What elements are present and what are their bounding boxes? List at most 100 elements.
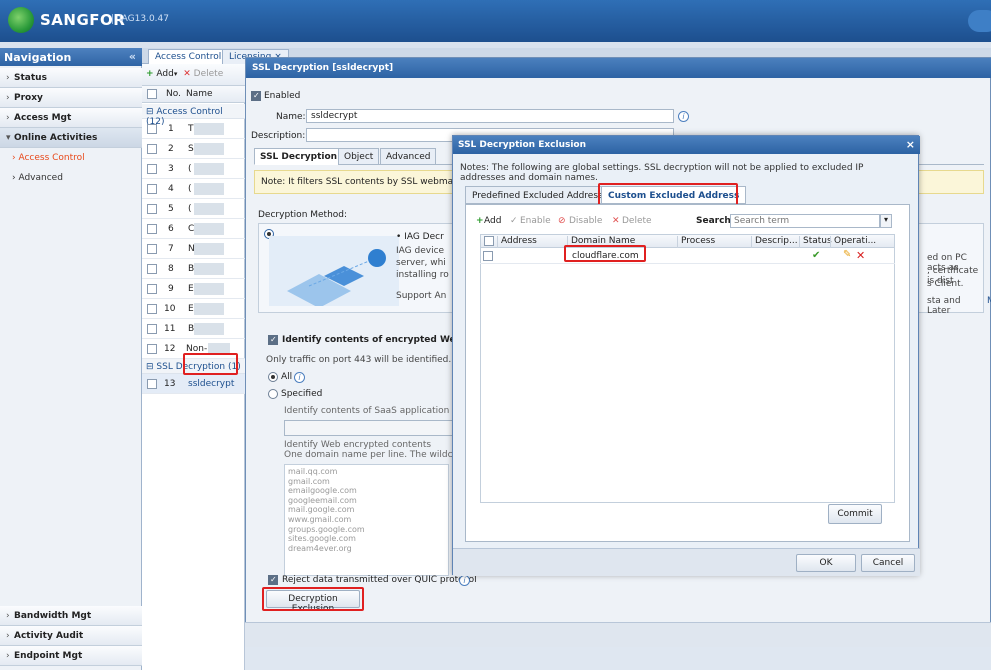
grid-toolbar: + Add ✓ Enable ⊘ Disable ✕ Delete Search… (476, 213, 893, 231)
highlight-box (598, 183, 738, 206)
search-input[interactable] (730, 214, 880, 228)
col-status[interactable]: Status (799, 236, 832, 248)
tab-ssl-decryption[interactable]: SSL Decryption (254, 148, 344, 165)
specified-radio[interactable] (268, 389, 278, 399)
add-icon[interactable]: + (146, 69, 154, 79)
table-row[interactable]: 2S (142, 139, 245, 159)
navigation-title: Navigation (4, 51, 72, 64)
redacted-mask (194, 203, 224, 215)
col-operation[interactable]: Operati... (830, 236, 876, 248)
cancel-button[interactable]: Cancel (861, 554, 915, 572)
delete-icon[interactable]: ✕ (183, 69, 191, 79)
chevron-right-icon: › (6, 651, 10, 661)
iag-option-title: • IAG Decr (396, 232, 444, 242)
select-all-checkbox[interactable] (147, 89, 157, 99)
table-row[interactable]: 4( (142, 179, 245, 199)
nav-sub-advanced[interactable]: › Advanced (0, 168, 142, 188)
row-checkbox[interactable] (147, 284, 157, 294)
saas-field[interactable] (284, 420, 454, 436)
chevron-right-icon: › (6, 93, 10, 103)
name-field[interactable]: ssldecrypt (306, 109, 674, 123)
info-icon[interactable]: i (678, 111, 689, 122)
row-checkbox[interactable] (147, 304, 157, 314)
row-checkbox[interactable] (147, 264, 157, 274)
nav-item-status[interactable]: › Status (0, 68, 142, 88)
col-process[interactable]: Process (677, 236, 751, 248)
enable-button[interactable]: Enable (520, 216, 551, 226)
highlight-box (262, 587, 364, 611)
add-button[interactable]: Add (484, 216, 501, 226)
nav-item-proxy[interactable]: › Proxy (0, 88, 142, 108)
chevron-down-icon[interactable]: ▾ (880, 214, 892, 228)
chevron-right-icon: › (6, 73, 10, 83)
commit-button[interactable]: Commit (828, 504, 882, 524)
user-menu-button[interactable] (968, 10, 991, 32)
tab-advanced[interactable]: Advanced (380, 148, 437, 165)
info-icon[interactable]: i (294, 372, 305, 383)
status-enabled-icon: ✔ (812, 250, 821, 261)
table-row[interactable]: 3( (142, 159, 245, 179)
row-checkbox[interactable] (147, 344, 157, 354)
close-icon[interactable]: × (906, 138, 915, 151)
table-row[interactable]: 10 E (142, 299, 245, 319)
delete-icon: ✕ (612, 216, 620, 226)
nav-item-online-activities[interactable]: ▾ Online Activities (0, 128, 142, 148)
group-access-control[interactable]: ⊟ Access Control (12) (142, 104, 245, 127)
collapse-icon[interactable]: « (129, 50, 136, 63)
domain-list-textarea[interactable]: mail.qq.com gmail.com emailgoogle.com go… (284, 464, 449, 576)
grid-body (480, 248, 895, 503)
delete-button[interactable]: Delete (622, 216, 652, 226)
specified-label: Specified (281, 389, 323, 399)
col-description[interactable]: Descrip... (751, 236, 799, 248)
row-checkbox[interactable] (147, 124, 157, 134)
quic-checkbox[interactable] (268, 575, 278, 585)
add-button[interactable]: Add (156, 69, 173, 79)
saas-label: Identify contents of SaaS application or… (284, 406, 472, 416)
table-row[interactable]: 9E (142, 279, 245, 299)
edit-icon[interactable]: ✎ (843, 249, 851, 260)
editor-title: SSL Decryption [ssldecrypt] (246, 58, 991, 78)
info-icon[interactable]: i (459, 575, 470, 586)
row-checkbox[interactable] (147, 379, 157, 389)
col-address[interactable]: Address (497, 236, 567, 248)
nav-item-bandwidth-mgt[interactable]: › Bandwidth Mgt (0, 606, 142, 626)
row-checkbox[interactable] (483, 251, 493, 261)
table-row[interactable]: 7N (142, 239, 245, 259)
redacted-mask (194, 323, 224, 335)
nav-item-activity-audit[interactable]: › Activity Audit (0, 626, 142, 646)
ssl-decryption-exclusion-dialog: SSL Decryption Exclusion × Notes: The fo… (452, 135, 920, 576)
nav-item-access-mgt[interactable]: › Access Mgt (0, 108, 142, 128)
row-checkbox[interactable] (147, 144, 157, 154)
select-all-checkbox[interactable] (484, 236, 494, 246)
tab-object[interactable]: Object (338, 148, 380, 165)
all-radio[interactable] (268, 372, 278, 382)
row-checkbox[interactable] (147, 224, 157, 234)
tab-predefined-excluded-address[interactable]: Predefined Excluded Address (465, 186, 610, 204)
row-checkbox[interactable] (147, 324, 157, 334)
table-row[interactable]: 6C (142, 219, 245, 239)
table-row[interactable]: cloudflare.com ✔ ✎ ✕ (480, 248, 895, 264)
row-checkbox[interactable] (147, 184, 157, 194)
list-header: No. Name (142, 86, 245, 103)
row-checkbox[interactable] (147, 204, 157, 214)
delete-row-icon[interactable]: ✕ (856, 249, 865, 262)
dropdown-icon[interactable]: ▾ (174, 70, 178, 78)
table-row[interactable]: 5( (142, 199, 245, 219)
disable-button[interactable]: Disable (569, 216, 602, 226)
identify-checkbox[interactable] (268, 335, 278, 345)
ok-button[interactable]: OK (796, 554, 856, 572)
delete-button[interactable]: Delete (194, 69, 224, 79)
table-row[interactable]: 11 B (142, 319, 245, 339)
table-row-ssldecrypt[interactable]: 13 ssldecrypt (142, 374, 245, 394)
add-icon[interactable]: + (476, 216, 484, 226)
nav-item-endpoint-mgt[interactable]: › Endpoint Mgt (0, 646, 142, 666)
nav-sub-access-control[interactable]: › Access Control (0, 148, 142, 168)
table-row[interactable]: 8B (142, 259, 245, 279)
tab-access-control[interactable]: Access Control (148, 49, 229, 64)
enabled-checkbox[interactable] (251, 91, 261, 101)
table-row[interactable]: 1T (142, 119, 245, 139)
grid-header: Address Domain Name Process Descrip... S… (480, 234, 895, 248)
row-checkbox[interactable] (147, 244, 157, 254)
row-checkbox[interactable] (147, 164, 157, 174)
chevron-right-icon: › (6, 611, 10, 621)
